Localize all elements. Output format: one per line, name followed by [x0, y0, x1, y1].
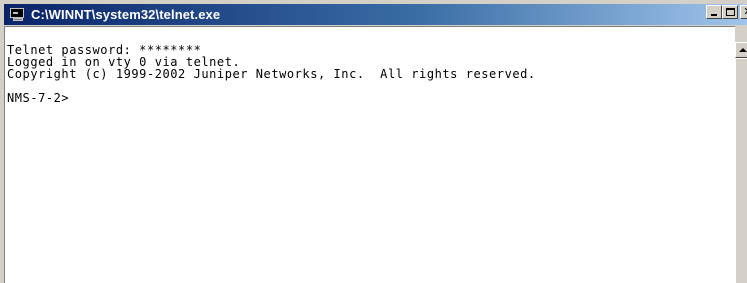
console-window-icon[interactable]: [10, 7, 26, 22]
maximize-icon: [726, 8, 735, 16]
telnet-window: C:\WINNT\system32\telnet.exe ✕ Telnet pa…: [0, 0, 747, 283]
scroll-thumb[interactable]: [735, 58, 747, 283]
vertical-scrollbar[interactable]: [735, 26, 747, 283]
minimize-icon: [711, 14, 717, 16]
title-bar[interactable]: C:\WINNT\system32\telnet.exe: [4, 4, 747, 25]
console-line: Copyright (c) 1999-2002 Juniper Networks…: [7, 67, 536, 81]
scroll-up-arrow-icon[interactable]: [735, 42, 747, 58]
close-icon: ✕: [743, 5, 747, 18]
close-button[interactable]: ✕: [740, 5, 747, 19]
minimize-button[interactable]: [706, 5, 722, 19]
console-prompt[interactable]: NMS-7-2>: [7, 92, 735, 104]
console-output[interactable]: Telnet password: ******** Logged in on vt…: [4, 26, 735, 283]
maximize-button[interactable]: [722, 5, 738, 19]
window-title: C:\WINNT\system32\telnet.exe: [31, 7, 221, 22]
caption-buttons: ✕: [706, 5, 747, 19]
